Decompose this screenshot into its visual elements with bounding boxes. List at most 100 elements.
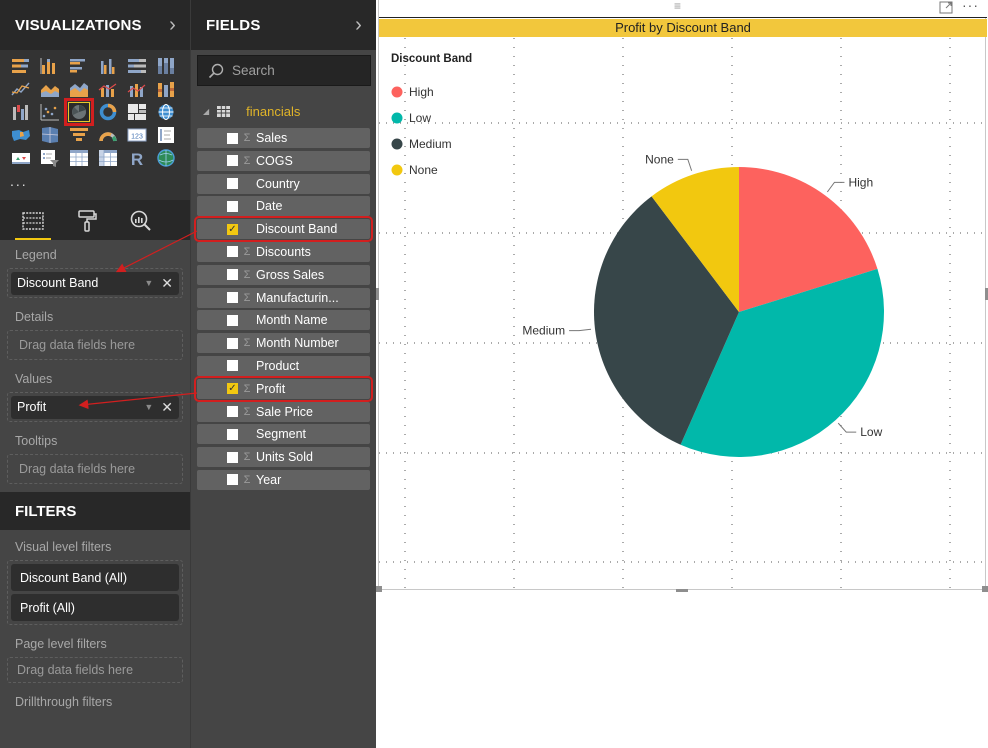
visual-type-multi-row-card-icon[interactable] — [155, 125, 177, 145]
fields-search-input[interactable]: Search — [197, 55, 371, 86]
visual-type-scatter-icon[interactable] — [39, 102, 61, 122]
visual-type-clustered-column-icon[interactable] — [97, 56, 119, 76]
chevron-down-icon[interactable]: ▼ — [144, 402, 153, 412]
page-level-filters-well[interactable]: Drag data fields here — [7, 657, 183, 683]
visual-type-funnel-icon[interactable] — [68, 125, 90, 145]
field-item[interactable]: Date — [197, 196, 370, 217]
visual-type-stacked-area-icon[interactable] — [68, 79, 90, 99]
legend-label: Low — [409, 111, 431, 125]
field-item[interactable]: Σ Gross Sales — [197, 264, 370, 285]
field-item[interactable]: Product — [197, 355, 370, 376]
visual-type-matrix-icon[interactable] — [97, 148, 119, 168]
field-checkbox[interactable] — [227, 132, 238, 144]
table-financials[interactable]: ◢ financials — [191, 86, 376, 122]
visual-type-line-stacked-column-icon[interactable] — [126, 79, 148, 99]
chevron-down-icon[interactable]: ▼ — [144, 278, 153, 288]
legend-item-low[interactable]: Low — [391, 111, 432, 125]
field-checkbox[interactable] — [227, 178, 238, 190]
expand-triangle-icon[interactable]: ◢ — [203, 107, 209, 116]
field-item[interactable]: Σ Year — [197, 469, 370, 490]
visual-type-arcgis-globe-icon[interactable] — [155, 148, 177, 168]
more-visuals-button[interactable]: ... — [10, 173, 182, 189]
field-item[interactable]: Σ Discounts — [197, 241, 370, 262]
field-checkbox[interactable] — [227, 314, 238, 326]
field-checkbox[interactable] — [227, 474, 238, 486]
visual-type-donut-icon[interactable] — [97, 102, 119, 122]
field-checkbox[interactable]: ✓ — [227, 223, 238, 235]
visual-type-treemap-icon[interactable] — [126, 102, 148, 122]
visual-type-r-visual-icon[interactable]: R — [126, 148, 148, 168]
tab-format[interactable] — [69, 202, 105, 240]
field-item[interactable]: Σ Units Sold — [197, 447, 370, 468]
details-well[interactable]: Drag data fields here — [7, 330, 183, 360]
values-well[interactable]: Profit ▼ ✕ — [7, 392, 183, 422]
visual-type-clustered-bar-icon[interactable] — [68, 56, 90, 76]
remove-field-icon[interactable]: ✕ — [161, 275, 173, 292]
filter-profit[interactable]: Profit (All) — [11, 594, 179, 621]
field-checkbox[interactable] — [227, 451, 238, 463]
resize-handle-bottom-left[interactable] — [376, 586, 382, 592]
field-checkbox[interactable] — [227, 337, 238, 349]
visual-type-pie-icon[interactable] — [64, 98, 94, 126]
field-item[interactable]: Country — [197, 173, 370, 194]
visual-type-area-icon[interactable] — [39, 79, 61, 99]
legend-well[interactable]: Discount Band ▼ ✕ — [7, 268, 183, 298]
field-checkbox[interactable] — [227, 155, 238, 167]
legend-field-chip[interactable]: Discount Band ▼ ✕ — [11, 271, 179, 295]
tab-analytics[interactable] — [123, 202, 159, 240]
visual-type-line-clustered-column-icon[interactable] — [97, 79, 119, 99]
visual-type-table-icon[interactable] — [68, 148, 90, 168]
field-checkbox[interactable] — [227, 246, 238, 258]
visual-type-stacked-column-icon[interactable] — [39, 56, 61, 76]
field-item[interactable]: Σ Month Number — [197, 333, 370, 354]
field-checkbox[interactable] — [227, 360, 238, 372]
field-item[interactable]: Segment — [197, 424, 370, 445]
resize-handle-bottom-right[interactable] — [982, 586, 988, 592]
field-checkbox[interactable] — [227, 292, 238, 304]
sigma-icon: Σ — [243, 132, 251, 144]
visual-type-100pct-stacked-column-icon[interactable] — [155, 56, 177, 76]
legend-item-none[interactable]: None — [391, 163, 439, 177]
pie-chart-visual[interactable]: ≡ ··· Profit by Discount Band Discount B… — [376, 0, 988, 592]
tab-fields[interactable] — [15, 202, 51, 240]
values-field-chip[interactable]: Profit ▼ ✕ — [11, 395, 179, 419]
field-checkbox[interactable] — [227, 428, 238, 440]
remove-field-icon[interactable]: ✕ — [161, 399, 173, 416]
legend-item-medium[interactable]: Medium — [391, 137, 452, 151]
visual-type-stacked-bar-icon[interactable] — [10, 56, 32, 76]
visual-type-gauge-icon[interactable] — [97, 125, 119, 145]
chevron-right-icon[interactable]: › — [355, 14, 362, 37]
arcgis-globe-chart-icon — [157, 149, 175, 167]
visual-type-kpi-icon[interactable] — [10, 148, 32, 168]
field-item[interactable]: Σ Sale Price — [197, 401, 370, 422]
field-item[interactable]: Σ COGS — [197, 150, 370, 171]
filter-discount-band[interactable]: Discount Band (All) — [11, 564, 179, 591]
visual-type-100pct-stacked-bar-icon[interactable] — [126, 56, 148, 76]
field-checkbox[interactable] — [227, 269, 238, 281]
resize-handle-bottom[interactable] — [676, 589, 688, 592]
field-item[interactable]: ✓ Σ Profit — [194, 375, 373, 402]
field-checkbox[interactable]: ✓ — [227, 383, 238, 395]
field-checkbox[interactable] — [227, 406, 238, 418]
field-item[interactable]: Σ Manufacturin... — [197, 287, 370, 308]
chevron-right-icon[interactable]: › — [169, 14, 176, 37]
field-item[interactable]: Σ Sales — [197, 128, 370, 148]
analytics-icon — [130, 210, 151, 231]
visual-type-filled-map-icon[interactable] — [10, 125, 32, 145]
legend-item-high[interactable]: High — [391, 85, 434, 99]
field-item[interactable]: Month Name — [197, 310, 370, 331]
field-checkbox[interactable] — [227, 200, 238, 212]
visual-type-line-icon[interactable] — [10, 79, 32, 99]
field-item[interactable]: ✓ Discount Band — [194, 216, 373, 243]
visual-type-slicer-icon[interactable] — [39, 148, 61, 168]
visual-type-map-icon[interactable] — [155, 102, 177, 122]
visualizations-pane: VISUALIZATIONS › 123 R ... Legend Discou… — [0, 0, 190, 748]
resize-handle-left[interactable] — [376, 288, 379, 300]
visual-type-waterfall-icon[interactable] — [10, 102, 32, 122]
legend-field-name: Discount Band — [17, 276, 99, 290]
visual-type-ribbon-icon[interactable] — [155, 79, 177, 99]
visual-type-shape-map-icon[interactable] — [39, 125, 61, 145]
visual-type-card-icon[interactable]: 123 — [126, 125, 148, 145]
tooltips-well[interactable]: Drag data fields here — [7, 454, 183, 484]
funnel-chart-icon — [70, 128, 88, 141]
